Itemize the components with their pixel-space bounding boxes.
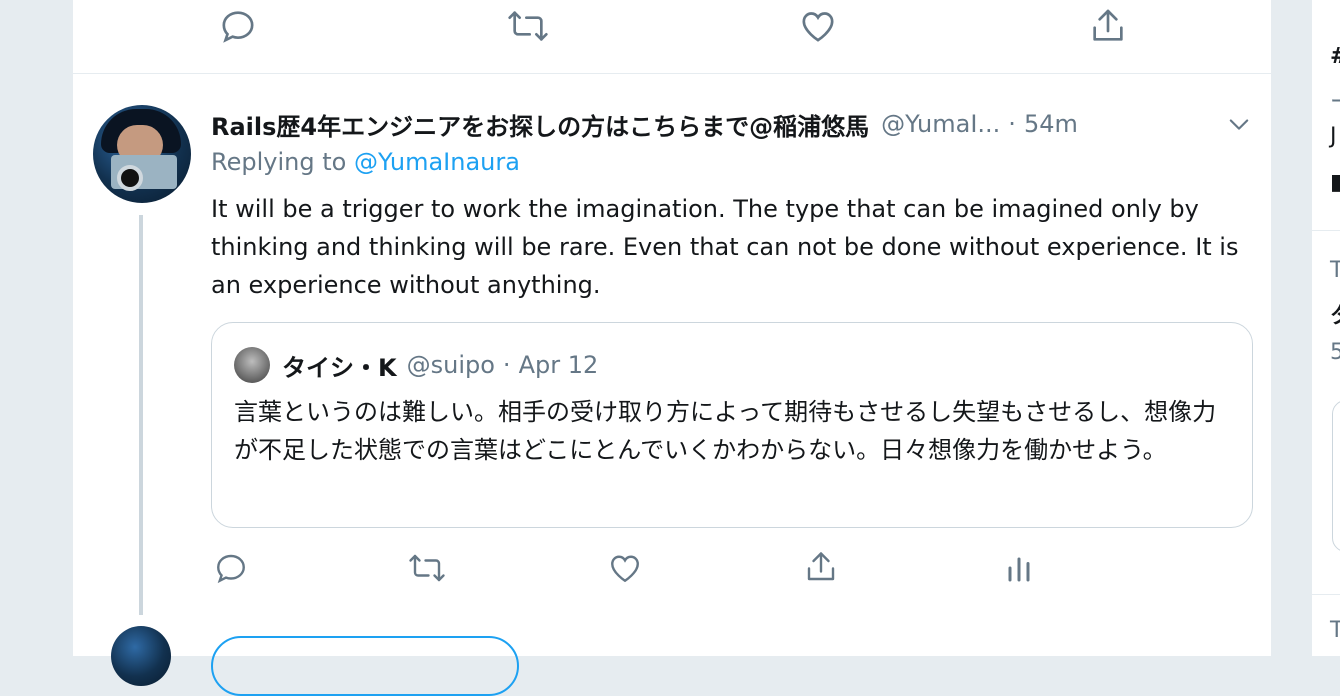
sidebar-fragment: #: [1330, 44, 1340, 69]
sidebar-fragment: J: [1330, 124, 1337, 149]
reply-icon: [217, 554, 245, 584]
analytics-icon: [1008, 557, 1030, 582]
sidebar-fragment: 5: [1330, 340, 1340, 365]
tweet-like-button[interactable]: [601, 548, 649, 588]
timeline: Rails歴4年エンジニアをお探しの方はこちらまで@稲浦悠馬 @YumaI...…: [72, 0, 1273, 696]
timestamp[interactable]: 54m: [1024, 110, 1078, 138]
current-user-avatar[interactable]: [111, 626, 171, 686]
like-icon: [611, 555, 639, 583]
share-button[interactable]: [1083, 4, 1133, 48]
tweet-text: It will be a trigger to work the imagina…: [211, 195, 1239, 299]
reply-button[interactable]: [213, 6, 263, 46]
tweet-header: Rails歴4年エンジニアをお探しの方はこちらまで@稲浦悠馬 @YumaI...…: [211, 106, 1251, 142]
tweet-menu-button[interactable]: [1225, 110, 1253, 138]
sidebar-fragment: T: [1330, 618, 1340, 643]
quoted-tweet[interactable]: タイシ・K @suipo · Apr 12 言葉というのは難しい。相手の受け取り…: [211, 322, 1253, 528]
quoted-display-name: タイシ・K: [282, 353, 397, 382]
retweet-icon: [508, 11, 548, 41]
reply-icon: [222, 11, 254, 43]
sidebar-fragment: タ: [1330, 298, 1340, 330]
thread-line: [139, 215, 143, 615]
share-icon: [1093, 9, 1123, 41]
right-sidebar: # ー J ■ T タ 5 T: [1312, 0, 1340, 656]
retweet-icon: [409, 554, 445, 582]
tweet-reply-button[interactable]: [207, 548, 255, 588]
like-button[interactable]: [793, 6, 843, 46]
chevron-down-icon: [1229, 119, 1249, 130]
sidebar-fragment: T: [1330, 258, 1340, 283]
quoted-tweet-header: タイシ・K @suipo · Apr 12: [234, 347, 598, 383]
previous-tweet-actions: [73, 0, 1273, 74]
share-icon: [807, 552, 835, 581]
tweet-analytics-button[interactable]: [995, 548, 1043, 588]
retweet-button[interactable]: [503, 6, 553, 46]
quoted-tweet-text: 言葉というのは難しい。相手の受け取り方によって期待もさせるし失望もさせるし、想像…: [234, 398, 1217, 464]
tweet-retweet-button[interactable]: [403, 548, 451, 588]
avatar[interactable]: [93, 105, 191, 203]
replying-to-mention[interactable]: @YumaInaura: [354, 148, 520, 176]
sidebar-divider: [1312, 594, 1340, 595]
display-name[interactable]: Rails歴4年エンジニアをお探しの方はこちらまで@稲浦悠馬: [211, 107, 869, 142]
quoted-handle: @suipo: [406, 351, 495, 379]
handle[interactable]: @YumaI...: [881, 110, 1000, 138]
quoted-avatar: [234, 347, 270, 383]
sidebar-divider: [1312, 230, 1340, 231]
sidebar-fragment: ー: [1330, 84, 1340, 116]
replying-to: Replying to @YumaInaura: [211, 148, 520, 176]
like-icon: [802, 12, 834, 42]
quoted-date: Apr 12: [518, 351, 599, 379]
quoted-separator-dot: ·: [502, 351, 511, 379]
sidebar-fragment: ■: [1330, 170, 1340, 195]
tweet-share-button[interactable]: [797, 546, 845, 588]
replying-to-label: Replying to: [211, 148, 347, 176]
avatar-lens: [117, 165, 143, 191]
separator-dot: ·: [1008, 110, 1016, 138]
sidebar-card[interactable]: [1332, 400, 1340, 552]
reply-thread-button[interactable]: [211, 636, 519, 696]
